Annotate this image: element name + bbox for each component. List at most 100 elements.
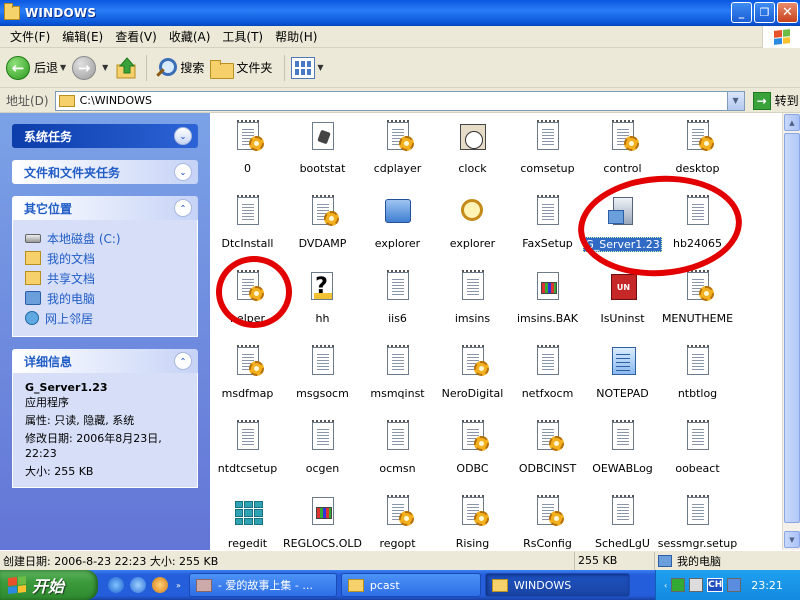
task-label: WINDOWS [513, 578, 572, 592]
browser-icon[interactable] [130, 577, 146, 593]
file-item[interactable]: clock [435, 118, 510, 193]
file-item[interactable]: desktop [660, 118, 735, 193]
tray-expand-icon[interactable]: ‹ [664, 581, 667, 590]
minimize-button[interactable]: _ [731, 2, 752, 23]
search-button[interactable]: 搜索 [153, 56, 204, 80]
menu-help[interactable]: 帮助(H) [269, 28, 323, 45]
file-item[interactable]: netfxocm [510, 343, 585, 418]
other-places-link-network[interactable]: 网上邻居 [25, 308, 187, 328]
file-item[interactable]: regopt [360, 493, 435, 550]
folders-button[interactable]: 文件夹 [210, 59, 272, 79]
file-item[interactable]: REGLOCS.OLD [283, 493, 362, 550]
scroll-down-button[interactable]: ▼ [784, 531, 800, 548]
up-folder-button[interactable] [114, 55, 140, 81]
system-tasks-header[interactable]: 系统任务 ⌄ [12, 124, 198, 148]
tray-volume-icon[interactable] [727, 578, 742, 592]
file-item[interactable]: ODBCINST [510, 418, 585, 493]
ime-indicator[interactable]: CH [707, 578, 724, 592]
file-item[interactable]: regedit [210, 493, 285, 550]
expand-chevron-icon[interactable]: ⌄ [174, 163, 192, 181]
quick-launch-overflow-icon[interactable]: » [176, 581, 181, 590]
go-button[interactable]: → 转到 [752, 91, 799, 110]
file-item[interactable]: comsetup [510, 118, 585, 193]
address-value[interactable]: C:\WINDOWS [80, 94, 152, 107]
file-item[interactable]: MENUTHEME [660, 268, 735, 343]
address-field[interactable]: C:\WINDOWS ▼ [54, 90, 745, 111]
file-item[interactable]: UN IsUninst [585, 268, 660, 343]
file-item[interactable]: explorer [360, 193, 435, 268]
collapse-chevron-icon[interactable]: ⌃ [174, 199, 192, 217]
tray-network-icon[interactable] [689, 578, 704, 592]
other-places-link-my-computer[interactable]: 我的电脑 [25, 288, 187, 308]
file-item[interactable]: DVDAMP [285, 193, 360, 268]
file-item[interactable]: hb24065 [660, 193, 735, 268]
file-item[interactable]: SchedLgU [585, 493, 660, 550]
file-item[interactable]: RsConfig [510, 493, 585, 550]
file-item[interactable]: msdfmap [210, 343, 285, 418]
file-name: desktop [675, 162, 720, 175]
back-dropdown-icon[interactable]: ▼ [60, 63, 66, 72]
file-item[interactable]: ocmsn [360, 418, 435, 493]
taskbar-task-2[interactable]: WINDOWS [484, 573, 630, 597]
other-places-link-shared-documents[interactable]: 共享文档 [25, 268, 187, 288]
title-bar[interactable]: WINDOWS _ ❐ ✕ [0, 0, 800, 26]
menu-tools[interactable]: 工具(T) [216, 28, 269, 45]
internet-explorer-icon[interactable] [108, 577, 124, 593]
file-item[interactable]: explorer [435, 193, 510, 268]
close-button[interactable]: ✕ [777, 2, 798, 23]
file-item[interactable]: ntdtcsetup [210, 418, 285, 493]
scroll-up-button[interactable]: ▲ [784, 114, 800, 131]
details-header[interactable]: 详细信息 ⌃ [12, 349, 198, 373]
maximize-button[interactable]: ❐ [754, 2, 775, 23]
file-item[interactable]: imsins [435, 268, 510, 343]
file-item[interactable]: ODBC [435, 418, 510, 493]
file-item[interactable]: ? hh [285, 268, 360, 343]
file-item[interactable]: 0 [210, 118, 285, 193]
config-file-icon [532, 420, 564, 456]
file-item[interactable]: msmqinst [360, 343, 435, 418]
file-name: explorer [449, 237, 496, 250]
file-item[interactable]: imsins.BAK [510, 268, 585, 343]
file-item[interactable]: OEWABLog [585, 418, 660, 493]
address-dropdown-icon[interactable]: ▼ [726, 91, 744, 110]
forward-dropdown-icon[interactable]: ▼ [102, 63, 108, 72]
file-item[interactable]: sessmgr.setup [658, 493, 737, 550]
forward-button[interactable]: → ▼ [72, 55, 108, 80]
file-item[interactable]: helper [210, 268, 285, 343]
file-item[interactable]: FaxSetup [510, 193, 585, 268]
other-places-header[interactable]: 其它位置 ⌃ [12, 196, 198, 220]
scroll-thumb[interactable] [784, 133, 800, 523]
file-item[interactable]: bootstat [285, 118, 360, 193]
file-item[interactable]: iis6 [360, 268, 435, 343]
views-button[interactable]: ▼ [291, 56, 324, 79]
file-item[interactable]: NeroDigital [435, 343, 510, 418]
file-item[interactable]: msgsocm [285, 343, 360, 418]
collapse-chevron-icon[interactable]: ⌃ [174, 352, 192, 370]
file-item[interactable]: Rising [435, 493, 510, 550]
tray-app-icon[interactable] [671, 578, 686, 592]
file-item[interactable]: ocgen [285, 418, 360, 493]
file-folder-tasks-header[interactable]: 文件和文件夹任务 ⌄ [12, 160, 198, 184]
file-item[interactable]: control [585, 118, 660, 193]
file-item[interactable]: cdplayer [360, 118, 435, 193]
start-button[interactable]: 开始 [0, 570, 98, 600]
file-item[interactable]: oobeact [660, 418, 735, 493]
file-item[interactable]: G_Server1.23 [583, 193, 662, 268]
menu-file[interactable]: 文件(F) [4, 28, 56, 45]
menu-view[interactable]: 查看(V) [109, 28, 163, 45]
other-places-link-my-documents[interactable]: 我的文档 [25, 248, 187, 268]
back-button[interactable]: ← 后退 ▼ [6, 55, 66, 80]
file-item[interactable]: DtcInstall [210, 193, 285, 268]
taskbar: 开始 » - 爱的故事上集 - ... pcast WINDOWS ‹ CH 2… [0, 570, 800, 600]
other-places-link-local-disk[interactable]: 本地磁盘 (C:) [25, 228, 187, 248]
taskbar-task-0[interactable]: - 爱的故事上集 - ... [188, 573, 337, 597]
media-player-icon[interactable] [152, 577, 168, 593]
file-item[interactable]: NOTEPAD [585, 343, 660, 418]
taskbar-task-1[interactable]: pcast [340, 573, 481, 597]
expand-chevron-icon[interactable]: ⌄ [174, 127, 192, 145]
menu-edit[interactable]: 编辑(E) [56, 28, 109, 45]
menu-favorites[interactable]: 收藏(A) [163, 28, 217, 45]
vertical-scrollbar[interactable]: ▲ ▼ [782, 113, 800, 550]
file-view[interactable]: 0 bootstat cdplayer clock comsetup control des… [210, 113, 782, 550]
file-item[interactable]: ntbtlog [660, 343, 735, 418]
